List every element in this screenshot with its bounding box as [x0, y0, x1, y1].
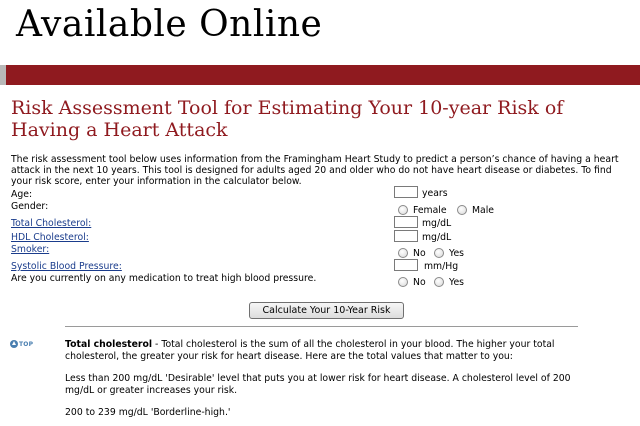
medication-yes-radio[interactable] [434, 277, 444, 287]
page-title: Risk Assessment Tool for Estimating Your… [11, 97, 564, 141]
top-label: TOP [19, 340, 34, 348]
section-divider [65, 326, 578, 327]
smoker-yes-radio[interactable] [434, 248, 444, 258]
gender-male-label: Male [472, 205, 495, 216]
systolic-bp-unit: mm/Hg [424, 261, 459, 272]
arrow-up-icon [10, 340, 18, 348]
medication-no-label: No [413, 277, 426, 288]
banner-title: Available Online [16, 4, 323, 45]
medication-yes-label: Yes [449, 277, 465, 288]
smoker-no-label: No [413, 248, 426, 259]
gender-female-label: Female [413, 205, 447, 216]
definition-term: Total cholesterol [65, 339, 153, 350]
gender-male-radio[interactable] [457, 205, 467, 215]
header-bar-notch [0, 65, 6, 85]
age-label: Age: [11, 189, 33, 200]
cholesterol-level-borderline: 200 to 239 mg/dL 'Borderline-high.' [65, 407, 231, 418]
medication-no-radio[interactable] [398, 277, 408, 287]
smoker-yes-label: Yes [449, 248, 465, 259]
total-cholesterol-definition: Total cholesterol - Total cholesterol is… [65, 339, 590, 362]
smoker-link[interactable]: Smoker: [11, 244, 49, 255]
smoker-no-radio[interactable] [398, 248, 408, 258]
hdl-cholesterol-input[interactable] [394, 230, 418, 242]
systolic-bp-link[interactable]: Systolic Blood Pressure: [11, 261, 122, 272]
back-to-top-link[interactable]: TOP [10, 340, 33, 348]
intro-text: The risk assessment tool below uses info… [11, 154, 619, 187]
cholesterol-level-desirable: Less than 200 mg/dL 'Desirable' level th… [65, 373, 571, 396]
age-input[interactable] [394, 186, 418, 198]
hdl-cholesterol-link[interactable]: HDL Cholesterol: [11, 232, 89, 243]
hdl-cholesterol-unit: mg/dL [422, 232, 452, 243]
systolic-bp-input[interactable] [394, 259, 418, 271]
age-unit: years [422, 188, 448, 199]
header-bar [0, 65, 640, 85]
total-cholesterol-link[interactable]: Total Cholesterol: [11, 218, 91, 229]
medication-label: Are you currently on any medication to t… [11, 273, 317, 284]
total-cholesterol-unit: mg/dL [422, 218, 452, 229]
calculate-risk-button[interactable]: Calculate Your 10-Year Risk [249, 302, 404, 319]
gender-label: Gender: [11, 201, 49, 212]
gender-female-radio[interactable] [398, 205, 408, 215]
total-cholesterol-input[interactable] [394, 216, 418, 228]
